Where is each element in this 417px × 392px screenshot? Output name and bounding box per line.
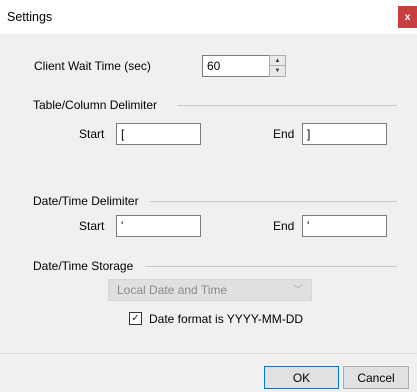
button-bar: OK Cancel [0,353,417,392]
date-format-checkbox[interactable]: ✓ [129,312,142,325]
close-button[interactable]: x [398,6,417,28]
table-end-input[interactable]: ] [302,123,387,145]
cancel-button[interactable]: Cancel [343,366,409,389]
arrow-down-icon[interactable]: ▼ [270,66,285,76]
group-divider [150,201,397,202]
date-start-label: Start [79,219,105,233]
client-wait-time-input[interactable]: 60 [202,55,270,77]
close-icon: x [404,11,411,23]
check-icon: ✓ [131,313,140,324]
date-start-input[interactable]: ' [116,215,201,237]
title-bar[interactable]: Settings x [0,0,417,34]
window-title: Settings [7,10,53,24]
dropdown-value: Local Date and Time [117,283,228,297]
client-wait-time-spinner[interactable]: ▲ ▼ [269,55,286,77]
date-time-storage-group-label: Date/Time Storage [33,259,134,273]
date-end-input[interactable]: ' [302,215,387,237]
table-end-label: End [273,127,295,141]
group-divider [145,266,397,267]
chevron-down-icon: ﹀ [293,285,303,296]
group-divider [177,105,397,106]
storage-type-dropdown[interactable]: Local Date and Time ﹀ [108,279,312,301]
date-time-delimiter-group-label: Date/Time Delimiter [33,194,139,208]
arrow-up-icon[interactable]: ▲ [270,56,285,66]
table-start-label: Start [79,127,105,141]
date-format-checkbox-label[interactable]: Date format is YYYY-MM-DD [149,312,303,326]
table-column-delimiter-group-label: Table/Column Delimiter [33,98,158,112]
settings-dialog: Settings x Client Wait Time (sec) 60 ▲ ▼… [0,0,417,392]
ok-button[interactable]: OK [264,366,339,389]
client-wait-time-label: Client Wait Time (sec) [34,59,151,73]
table-start-input[interactable]: [ [116,123,201,145]
date-end-label: End [273,219,295,233]
